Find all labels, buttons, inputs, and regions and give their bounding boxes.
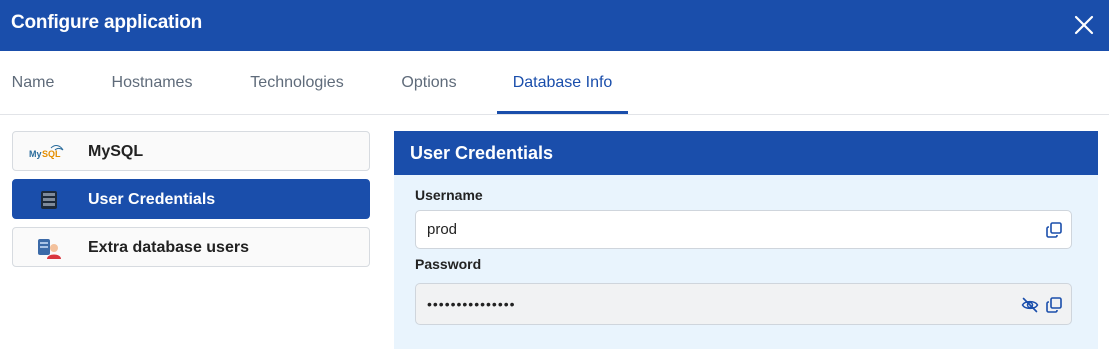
- copy-icon[interactable]: [1045, 296, 1063, 314]
- copy-icon[interactable]: [1045, 221, 1063, 239]
- tab-technologies[interactable]: Technologies: [238, 51, 356, 114]
- sidebar-item-mysql[interactable]: My SQL MySQL: [12, 131, 370, 171]
- tab-bar: Name Hostnames Technologies Options Data…: [0, 51, 1109, 115]
- tab-database-info[interactable]: Database Info: [497, 51, 628, 114]
- database-user-icon: [37, 236, 61, 260]
- panel-title: User Credentials: [410, 143, 554, 163]
- sidebar-item-extra-database-users[interactable]: Extra database users: [12, 227, 370, 267]
- password-value: •••••••••••••••: [427, 296, 516, 312]
- password-label: Password: [415, 256, 482, 272]
- sidebar-item-user-credentials[interactable]: User Credentials: [12, 179, 370, 219]
- tab-options[interactable]: Options: [388, 51, 470, 114]
- window-title: Configure application: [11, 12, 203, 33]
- eye-off-icon[interactable]: [1021, 296, 1039, 314]
- close-icon[interactable]: [1071, 12, 1097, 38]
- username-value: prod: [427, 221, 458, 238]
- sidebar-item-label: Extra database users: [88, 239, 249, 256]
- tab-hostnames[interactable]: Hostnames: [98, 51, 206, 114]
- username-label: Username: [415, 187, 483, 203]
- panel-header: User Credentials: [394, 131, 1098, 175]
- sidebar-item-label: User Credentials: [88, 191, 216, 208]
- svg-text:SQL: SQL: [42, 149, 61, 159]
- sidebar-item-label: MySQL: [88, 143, 144, 160]
- svg-text:My: My: [29, 149, 42, 159]
- credentials-panel: User Credentials Username prod Password …: [394, 131, 1098, 349]
- username-field[interactable]: prod: [415, 210, 1072, 249]
- database-server-icon: [37, 188, 61, 212]
- title-bar: Configure application: [0, 0, 1109, 51]
- tab-name[interactable]: Name: [0, 51, 66, 114]
- mysql-logo-icon: My SQL: [27, 142, 67, 162]
- password-field[interactable]: •••••••••••••••: [415, 283, 1072, 325]
